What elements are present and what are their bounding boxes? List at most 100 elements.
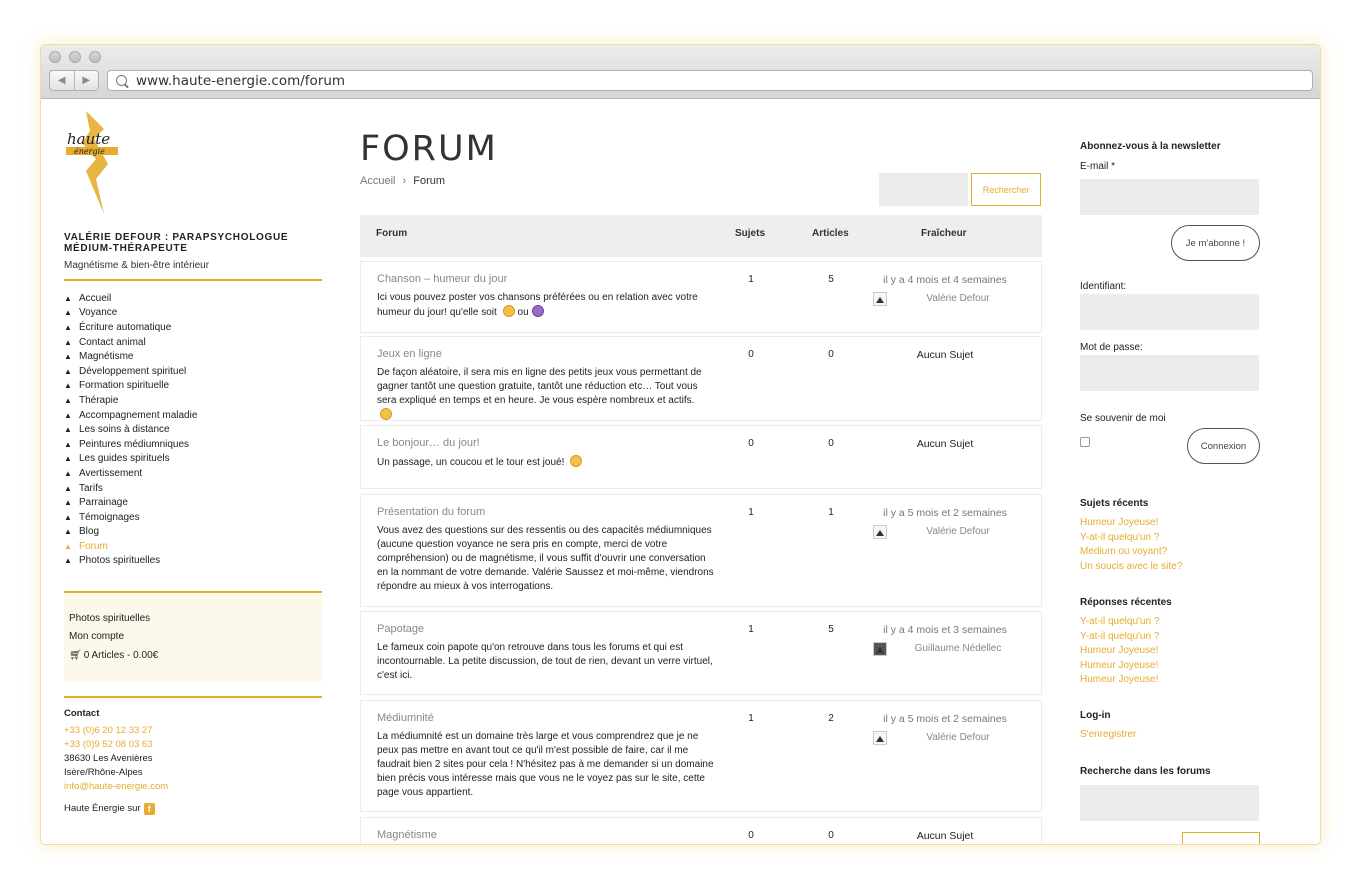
username-input[interactable] bbox=[1080, 294, 1259, 330]
menu-item-label: Avertissement bbox=[79, 467, 143, 479]
forum-search-sidebar-button[interactable] bbox=[1182, 832, 1260, 844]
phone-link-2[interactable]: +33 (0)9 52 08 03 63 bbox=[64, 738, 168, 752]
author-name: Guillaume Nédellec bbox=[914, 643, 1002, 654]
menu-item-blog[interactable]: ▲ Blog bbox=[64, 525, 197, 540]
photos-link[interactable]: Photos spirituelles bbox=[69, 609, 317, 628]
forum-search-input[interactable] bbox=[879, 173, 968, 206]
phone-link-1[interactable]: +33 (0)6 20 12 33 27 bbox=[64, 724, 168, 738]
col-freshness: Fraîcheur bbox=[921, 228, 967, 239]
freshness-link[interactable]: il y a 5 mois et 2 semaines bbox=[869, 713, 1021, 725]
recent-reply-link[interactable]: Humeur Joyeuse! bbox=[1080, 674, 1158, 685]
forum-row: Magnétisme 0 0 Aucun Sujet bbox=[360, 817, 1042, 844]
browser-window: ◀ ▶ www.haute-energie.com/forum haute én… bbox=[40, 44, 1321, 845]
last-poster[interactable]: Valérie Defour bbox=[871, 525, 1021, 539]
menu-item-tarifs[interactable]: ▲ Tarifs bbox=[64, 481, 197, 496]
menu-item-accompagnement[interactable]: ▲ Accompagnement maladie bbox=[64, 408, 197, 423]
menu-item-temoignages[interactable]: ▲ Témoignages bbox=[64, 510, 197, 525]
description-text: Un passage, un coucou et le tour est jou… bbox=[377, 457, 565, 468]
triangle-icon: ▲ bbox=[64, 322, 72, 332]
newsletter-email-input[interactable] bbox=[1080, 179, 1259, 215]
account-link[interactable]: Mon compte bbox=[69, 628, 317, 647]
forward-arrow-icon[interactable]: ▶ bbox=[73, 71, 99, 90]
email-link[interactable]: info@haute-energie.com bbox=[64, 780, 168, 794]
menu-item-voyance[interactable]: ▲ Voyance bbox=[64, 306, 197, 321]
avatar bbox=[873, 731, 887, 745]
recent-topic-link[interactable]: Y-at-il quelqu'un ? bbox=[1080, 532, 1159, 543]
search-icon bbox=[116, 75, 127, 86]
facebook-icon[interactable]: f bbox=[143, 803, 155, 815]
author-name: Valérie Defour bbox=[926, 293, 990, 304]
forum-link[interactable]: Le bonjour… du jour! bbox=[377, 437, 480, 449]
main-menu: ▲ Accueil ▲ Voyance ▲ Écriture automatique … bbox=[64, 291, 197, 568]
cart-summary: 0 Articles - 0.00€ bbox=[83, 649, 159, 661]
menu-item-developpement[interactable]: ▲ Développement spirituel bbox=[64, 364, 197, 379]
site-logo[interactable]: haute énergie bbox=[64, 109, 124, 217]
breadcrumb-home[interactable]: Accueil bbox=[360, 175, 395, 187]
url-text[interactable]: www.haute-energie.com/forum bbox=[136, 73, 345, 89]
recent-topic-link[interactable]: Humeur Joyeuse! bbox=[1080, 517, 1158, 528]
forum-link[interactable]: Présentation du forum bbox=[377, 506, 485, 518]
recent-reply-link[interactable]: Y-at-il quelqu'un ? bbox=[1080, 616, 1159, 627]
recent-reply-link[interactable]: Y-at-il quelqu'un ? bbox=[1080, 631, 1159, 642]
freshness-link[interactable]: il y a 4 mois et 3 semaines bbox=[869, 624, 1021, 636]
address-line-2: Isère/Rhône-Alpes bbox=[64, 767, 143, 778]
freshness-link[interactable]: il y a 5 mois et 2 semaines bbox=[869, 507, 1021, 519]
menu-item-magnetisme[interactable]: ▲ Magnétisme bbox=[64, 349, 197, 364]
menu-item-parrainage[interactable]: ▲ Parrainage bbox=[64, 495, 197, 510]
recent-topic-link[interactable]: Medium ou voyant? bbox=[1080, 546, 1167, 557]
menu-item-peintures[interactable]: ▲ Peintures médiumniques bbox=[64, 437, 197, 452]
address-bar[interactable]: www.haute-energie.com/forum bbox=[107, 70, 1313, 91]
cart-link[interactable]: 🛒︎ 0 Articles - 0.00€ bbox=[69, 646, 317, 665]
menu-item-ecriture[interactable]: ▲ Écriture automatique bbox=[64, 320, 197, 335]
newsletter-heading: Abonnez-vous à la newsletter bbox=[1080, 141, 1221, 152]
register-link[interactable]: S'enregistrer bbox=[1080, 729, 1136, 740]
web-page: haute énergie VALÉRIE DEFOUR : PARAPSYCH… bbox=[41, 99, 1320, 844]
author-name: Valérie Defour bbox=[926, 526, 990, 537]
menu-item-avertissement[interactable]: ▲ Avertissement bbox=[64, 466, 197, 481]
subscribe-button[interactable]: Je m'abonne ! bbox=[1171, 225, 1260, 261]
forum-link[interactable]: Jeux en ligne bbox=[377, 348, 442, 360]
last-poster[interactable]: Guillaume Nédellec bbox=[871, 642, 1021, 656]
search-button[interactable]: Rechercher bbox=[971, 173, 1041, 206]
forum-link[interactable]: Magnétisme bbox=[377, 829, 437, 841]
menu-item-label: Photos spirituelles bbox=[79, 555, 161, 567]
menu-item-contact-animal[interactable]: ▲ Contact animal bbox=[64, 335, 197, 350]
email-label: E-mail * bbox=[1080, 161, 1116, 172]
last-poster[interactable]: Valérie Defour bbox=[871, 292, 1021, 306]
menu-item-therapie[interactable]: ▲ Thérapie bbox=[64, 393, 197, 408]
triangle-icon: ▲ bbox=[64, 541, 72, 551]
maximize-window-icon[interactable] bbox=[89, 51, 101, 63]
post-count: 5 bbox=[828, 624, 834, 635]
forum-search-sidebar-input[interactable] bbox=[1080, 785, 1259, 821]
triangle-icon: ▲ bbox=[64, 395, 72, 405]
menu-item-label: Parrainage bbox=[79, 497, 128, 509]
post-count: 0 bbox=[828, 438, 834, 449]
breadcrumb-separator: › bbox=[402, 175, 407, 187]
social-text: Haute Énergie sur bbox=[64, 803, 141, 814]
recent-reply-link[interactable]: Humeur Joyeuse! bbox=[1080, 660, 1158, 671]
site-tagline: Magnétisme & bien-être intérieur bbox=[64, 260, 210, 271]
login-button[interactable]: Connexion bbox=[1187, 428, 1260, 464]
divider bbox=[64, 279, 322, 281]
site-brand[interactable]: VALÉRIE DEFOUR : PARAPSYCHOLOGUE MÉDIUM-… bbox=[64, 232, 322, 254]
remember-checkbox[interactable] bbox=[1080, 437, 1090, 447]
menu-item-accueil[interactable]: ▲ Accueil bbox=[64, 291, 197, 306]
menu-item-soins[interactable]: ▲ Les soins à distance bbox=[64, 422, 197, 437]
forum-link[interactable]: Chanson – humeur du jour bbox=[377, 273, 507, 285]
menu-item-photos[interactable]: ▲ Photos spirituelles bbox=[64, 554, 197, 569]
menu-item-guides[interactable]: ▲ Les guides spirituels bbox=[64, 452, 197, 467]
recent-topic-link[interactable]: Un soucis avec le site? bbox=[1080, 561, 1182, 572]
freshness-link[interactable]: il y a 4 mois et 4 semaines bbox=[869, 274, 1021, 286]
menu-item-formation[interactable]: ▲ Formation spirituelle bbox=[64, 379, 197, 394]
triangle-icon: ▲ bbox=[64, 512, 72, 522]
menu-item-label: Formation spirituelle bbox=[79, 380, 170, 392]
back-arrow-icon[interactable]: ◀ bbox=[50, 71, 74, 90]
recent-reply-link[interactable]: Humeur Joyeuse! bbox=[1080, 645, 1158, 656]
forum-link[interactable]: Médiumnité bbox=[377, 712, 434, 724]
close-window-icon[interactable] bbox=[49, 51, 61, 63]
forum-link[interactable]: Papotage bbox=[377, 623, 424, 635]
last-poster[interactable]: Valérie Defour bbox=[871, 731, 1021, 745]
password-input[interactable] bbox=[1080, 355, 1259, 391]
minimize-window-icon[interactable] bbox=[69, 51, 81, 63]
menu-item-forum[interactable]: ▲ Forum bbox=[64, 539, 197, 554]
